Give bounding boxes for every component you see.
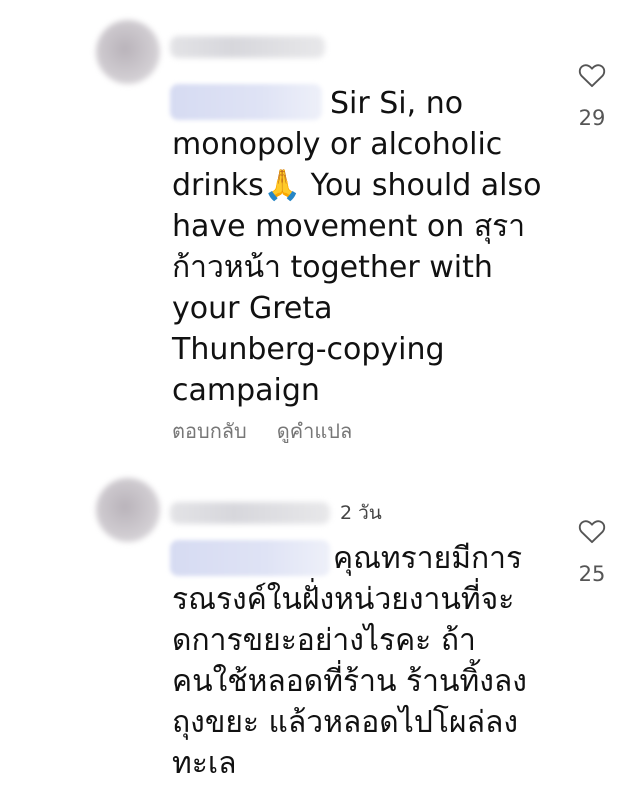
avatar[interactable] [96,478,160,542]
comment-1: Sir Si, no monopoly or alcoholic drinks🙏… [0,0,640,470]
username-blurred[interactable] [170,36,325,58]
translate-button[interactable]: ดูคำแปล [277,419,352,443]
mention-blurred[interactable] [170,540,330,576]
comment-text-first-line: Sir Si, no [330,86,464,121]
like-count: 25 [578,562,606,586]
mention-blurred[interactable] [170,84,322,120]
heart-icon[interactable] [578,518,606,544]
username-blurred[interactable] [170,502,330,524]
comment-text: รณรงค์ในฝั่งหน่วยงานที่จะ ดการขยะอย่างไร… [172,582,527,781]
avatar[interactable] [96,20,160,84]
comment-text-first-line: คุณทรายมีการ [333,541,523,576]
like-count: 29 [578,106,606,130]
comment-time: 2 วัน [340,502,382,524]
comment-text: monopoly or alcoholic drinks🙏 You should… [172,127,542,408]
comment-actions: ตอบกลับ ดูคำแปล [172,415,382,447]
heart-icon[interactable] [578,62,606,88]
comment-2: 2 วัน คุณทรายมีการ รณรงค์ในฝั่งหน่วยงานท… [0,470,640,805]
reply-button[interactable]: ตอบกลับ [172,419,247,443]
